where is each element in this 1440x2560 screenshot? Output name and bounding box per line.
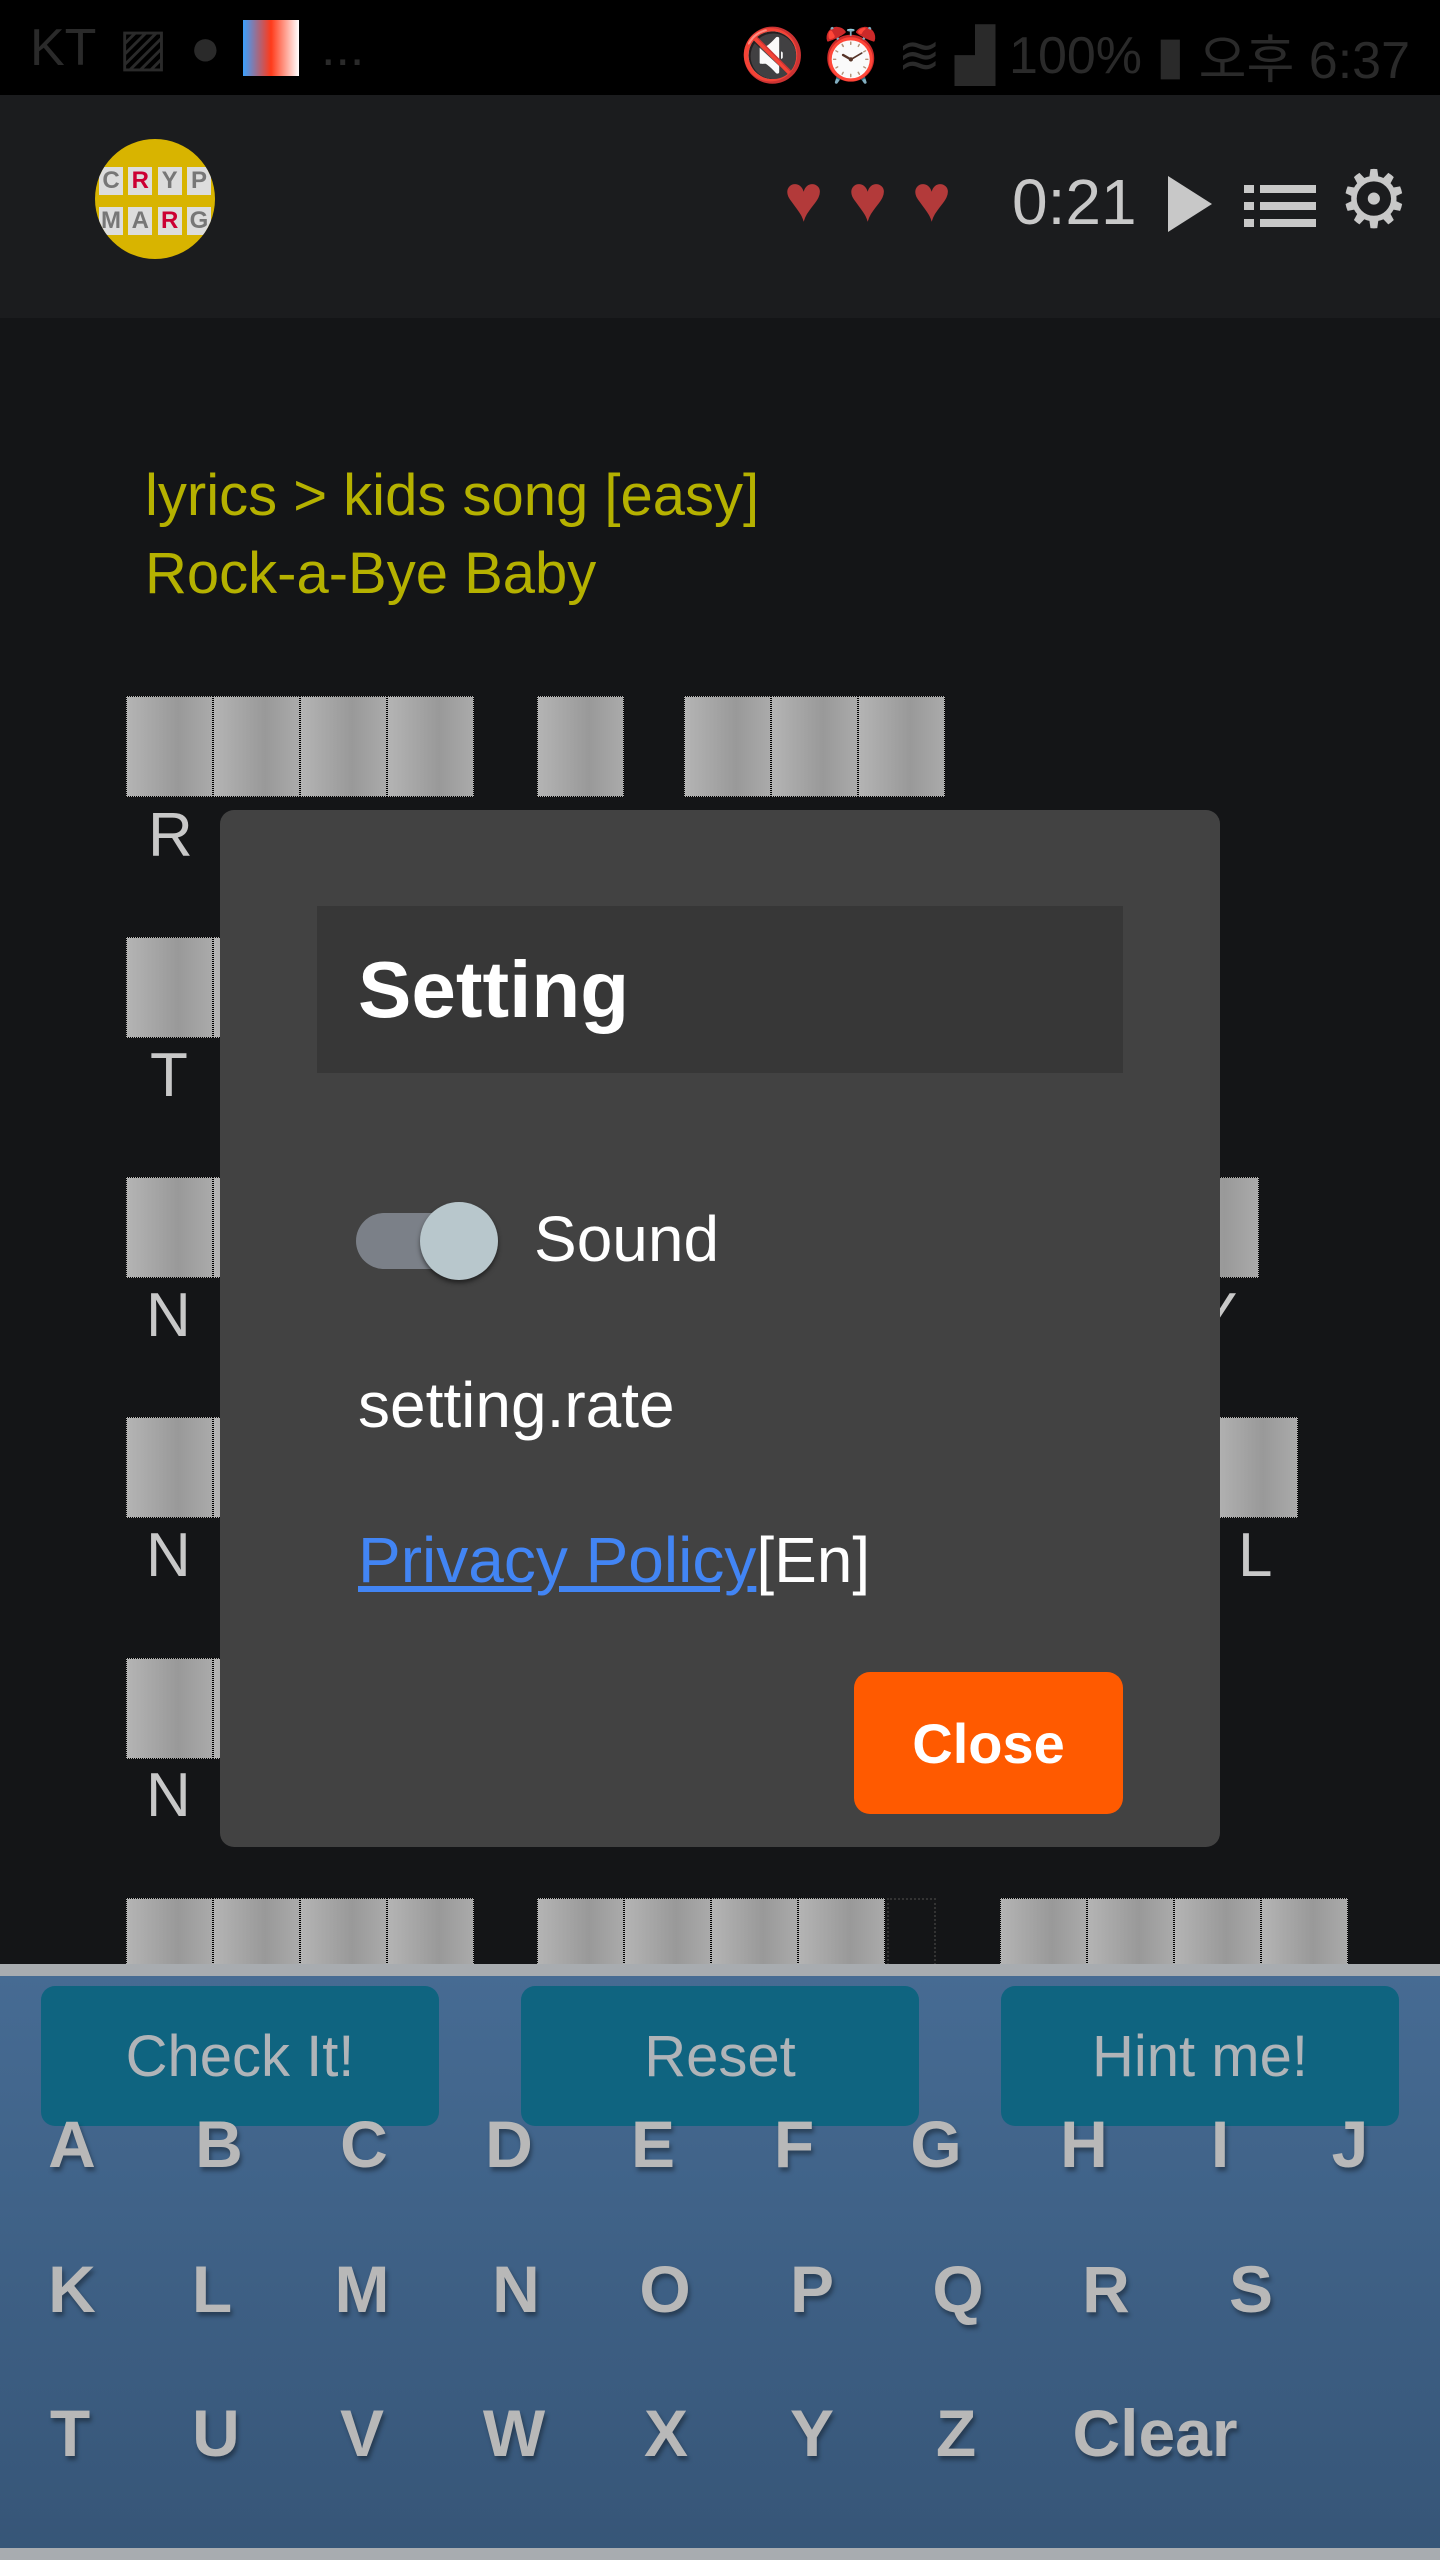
heart-icon: ♥ — [848, 161, 888, 235]
key-y[interactable]: Y — [790, 2395, 834, 2471]
sound-label: Sound — [534, 1203, 720, 1275]
key-b[interactable]: B — [195, 2106, 243, 2182]
key-u[interactable]: U — [192, 2395, 240, 2471]
puzzle-category: lyrics > kids song [easy] — [145, 463, 760, 528]
status-bar: KT ▨ ● ... 🔇 ⏰ ≋ ▟ 100% ▮ 오후 6:37 — [0, 0, 1440, 95]
battery-icon: ▮ — [1156, 26, 1185, 85]
key-m[interactable]: M — [335, 2251, 390, 2327]
letter-tile[interactable] — [126, 696, 213, 797]
letter-tile[interactable] — [126, 1417, 213, 1518]
mute-icon: 🔇 — [739, 27, 805, 85]
image-icon: ▨ — [118, 19, 168, 77]
gear-icon[interactable]: ⚙ — [1338, 160, 1410, 240]
wifi-icon: ≋ — [897, 26, 942, 85]
key-o[interactable]: O — [639, 2251, 690, 2327]
key-f[interactable]: F — [774, 2106, 814, 2182]
logo-letter: G — [186, 207, 211, 235]
letter-tile[interactable] — [126, 1177, 213, 1278]
rate-link[interactable]: setting.rate — [358, 1368, 675, 1442]
key-z[interactable]: Z — [936, 2395, 976, 2471]
key-h[interactable]: H — [1060, 2106, 1108, 2182]
logo-letter: A — [128, 207, 153, 235]
letter-tile[interactable] — [126, 1658, 213, 1759]
key-e[interactable]: E — [631, 2106, 675, 2182]
logo-letter: R — [157, 207, 182, 235]
check-it-button[interactable]: Check It! — [41, 1986, 439, 2126]
key-i[interactable]: I — [1211, 2106, 1229, 2182]
carrier: KT — [30, 19, 97, 77]
key-t[interactable]: T — [50, 2395, 90, 2471]
letter-tile[interactable] — [858, 696, 945, 797]
signal-icon: ▟ — [955, 26, 996, 85]
key-d[interactable]: D — [485, 2106, 533, 2182]
letter-tile[interactable] — [537, 696, 624, 797]
key-r[interactable]: R — [1082, 2251, 1130, 2327]
privacy-language: [En] — [756, 1524, 871, 1596]
letter-tile[interactable] — [387, 696, 474, 797]
app-logo[interactable]: C R Y P M A R G — [95, 139, 215, 259]
more-notifications: ... — [321, 19, 365, 77]
key-g[interactable]: G — [910, 2106, 961, 2182]
logo-letter: M — [99, 207, 123, 235]
hint-letter: N — [146, 1761, 191, 1830]
dialog-header: Setting — [317, 906, 1123, 1073]
privacy-policy-link[interactable]: Privacy Policy — [358, 1524, 756, 1596]
settings-dialog: Setting Sound setting.rate Privacy Polic… — [220, 810, 1220, 1847]
logo-letter: C — [99, 167, 123, 195]
letter-tile[interactable] — [213, 696, 300, 797]
logo-letter: P — [186, 167, 211, 195]
dialog-title: Setting — [358, 945, 630, 1034]
hint-letter: N — [146, 1521, 191, 1590]
chat-icon: ● — [189, 19, 222, 77]
letter-tile[interactable] — [1211, 1417, 1298, 1518]
clear-key[interactable]: Clear — [1072, 2395, 1237, 2471]
logo-letter: Y — [157, 167, 182, 195]
alarm-icon: ⏰ — [818, 27, 884, 85]
close-button[interactable]: Close — [854, 1672, 1123, 1814]
key-q[interactable]: Q — [932, 2251, 983, 2327]
reset-button[interactable]: Reset — [521, 1986, 919, 2126]
letter-tile[interactable] — [771, 696, 858, 797]
heart-icon: ♥ — [912, 161, 952, 235]
key-w[interactable]: W — [483, 2395, 545, 2471]
letter-tile[interactable] — [684, 696, 771, 797]
logo-letter: R — [128, 167, 153, 195]
key-a[interactable]: A — [48, 2106, 96, 2182]
app-header — [0, 95, 1440, 318]
hint-letter: L — [1238, 1521, 1273, 1590]
privacy-row: Privacy Policy[En] — [358, 1523, 870, 1597]
key-l[interactable]: L — [192, 2251, 232, 2327]
key-s[interactable]: S — [1229, 2251, 1273, 2327]
key-j[interactable]: J — [1332, 2106, 1369, 2182]
heart-icon: ♥ — [784, 161, 824, 235]
list-icon[interactable] — [1244, 183, 1316, 229]
play-icon[interactable] — [1168, 176, 1212, 232]
keyboard-bottom-border — [0, 2548, 1440, 2560]
key-x[interactable]: X — [644, 2395, 688, 2471]
keyboard-panel: Check It! Reset Hint me! A B C D E F G H I J K L M N O… — [0, 1964, 1440, 2560]
timer: 0:21 — [1012, 166, 1137, 238]
key-k[interactable]: K — [48, 2251, 96, 2327]
hint-letter: N — [146, 1281, 191, 1350]
letter-tile[interactable] — [300, 696, 387, 797]
sound-toggle-thumb[interactable] — [420, 1202, 498, 1280]
key-n[interactable]: N — [492, 2251, 540, 2327]
hint-button[interactable]: Hint me! — [1001, 1986, 1399, 2126]
clock: 오후 6:37 — [1198, 32, 1410, 90]
hint-letter: R — [148, 801, 193, 870]
key-p[interactable]: P — [790, 2251, 834, 2327]
battery-percent: 100% — [1009, 26, 1143, 85]
app-notification-icon — [243, 20, 300, 76]
key-c[interactable]: C — [340, 2106, 388, 2182]
key-v[interactable]: V — [340, 2395, 384, 2471]
letter-tile[interactable] — [126, 937, 213, 1038]
hint-letter: T — [150, 1041, 188, 1110]
puzzle-title: Rock-a-Bye Baby — [145, 541, 597, 606]
